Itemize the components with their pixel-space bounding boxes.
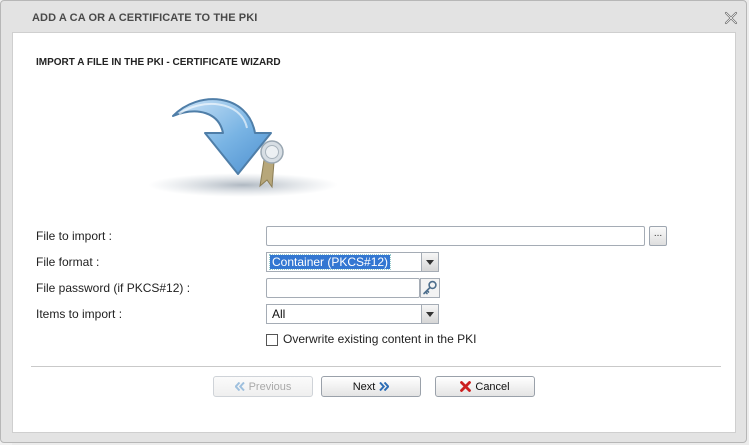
file-to-import-input[interactable]	[266, 226, 645, 246]
dialog-titlebar: ADD A CA OR A CERTIFICATE TO THE PKI	[1, 1, 746, 33]
items-to-import-value: All	[272, 307, 286, 321]
cancel-button[interactable]: Cancel	[435, 376, 535, 397]
chevron-down-icon[interactable]	[421, 253, 438, 271]
file-password-label: File password (if PKCS#12) :	[36, 281, 191, 295]
overwrite-checkbox[interactable]	[266, 334, 278, 346]
next-label: Next	[352, 380, 376, 393]
previous-label: Previous	[248, 380, 292, 393]
previous-button[interactable]: Previous	[213, 376, 313, 397]
file-format-select[interactable]: Container (PKCS#12)	[266, 252, 439, 272]
import-certificate-icon	[148, 98, 338, 197]
close-icon[interactable]	[724, 11, 738, 25]
divider	[31, 366, 721, 367]
file-password-input[interactable]	[266, 278, 420, 298]
file-to-import-label: File to import :	[36, 229, 113, 243]
double-chevron-left-icon	[234, 382, 245, 391]
cancel-x-icon	[460, 381, 472, 392]
double-chevron-right-icon	[379, 382, 390, 391]
file-format-value: Container (PKCS#12)	[268, 254, 392, 270]
overwrite-label[interactable]: Overwrite existing content in the PKI	[283, 332, 476, 346]
file-format-label: File format :	[36, 255, 100, 269]
cancel-label: Cancel	[475, 380, 510, 393]
items-to-import-label: Items to import :	[36, 307, 123, 321]
next-button[interactable]: Next	[321, 376, 421, 397]
chevron-down-icon[interactable]	[421, 305, 438, 323]
items-to-import-select[interactable]: All	[266, 304, 439, 324]
wizard-title: IMPORT A FILE IN THE PKI - CERTIFICATE W…	[36, 57, 281, 68]
key-icon[interactable]	[420, 278, 440, 298]
wizard-panel: IMPORT A FILE IN THE PKI - CERTIFICATE W…	[12, 32, 736, 433]
dialog-title: ADD A CA OR A CERTIFICATE TO THE PKI	[32, 12, 258, 24]
browse-button[interactable]: ...	[649, 226, 667, 246]
add-ca-dialog: ADD A CA OR A CERTIFICATE TO THE PKI IMP…	[0, 0, 747, 443]
